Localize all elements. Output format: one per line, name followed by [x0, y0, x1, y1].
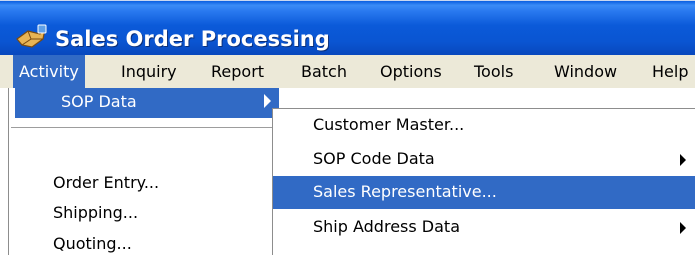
sop-data-submenu: Customer Master... SOP Code Data Sales R… — [272, 108, 695, 255]
submenu-item-customer-master[interactable]: Customer Master... — [273, 109, 695, 142]
menu-item-sop-data[interactable]: SOP Data — [15, 88, 279, 118]
menu-item-order-entry[interactable]: Order Entry... — [53, 173, 159, 192]
menu-item-shipping[interactable]: Shipping... — [53, 203, 138, 222]
menu-separator — [11, 127, 279, 129]
submenu-item-label: SOP Code Data — [313, 149, 435, 168]
menu-options[interactable]: Options — [374, 55, 448, 88]
submenu-item-label: Sales Representative... — [313, 182, 497, 201]
menu-item-quoting[interactable]: Quoting... — [53, 234, 132, 253]
submenu-item-ship-address-data[interactable]: Ship Address Data — [273, 211, 695, 244]
submenu-arrow-icon — [680, 154, 686, 166]
menu-activity[interactable]: Activity — [13, 55, 85, 88]
module-icon — [16, 24, 47, 48]
menu-bar: Activity Inquiry Report Batch Options To… — [0, 55, 695, 88]
menu-tools[interactable]: Tools — [468, 55, 519, 88]
submenu-item-sales-representative[interactable]: Sales Representative... — [273, 176, 695, 209]
submenu-arrow-icon — [680, 222, 686, 234]
activity-dropdown: SOP Data Order Entry... Shipping... Quot… — [8, 88, 279, 255]
menu-item-label: SOP Data — [61, 92, 137, 111]
menu-window[interactable]: Window — [548, 55, 623, 88]
menu-inquiry[interactable]: Inquiry — [115, 55, 183, 88]
submenu-arrow-icon — [264, 94, 271, 108]
menu-batch[interactable]: Batch — [295, 55, 353, 88]
submenu-item-label: Ship Address Data — [313, 217, 460, 236]
menu-report[interactable]: Report — [205, 55, 270, 88]
submenu-item-label: Customer Master... — [313, 115, 465, 134]
title-bar[interactable]: Sales Order Processing — [0, 0, 695, 55]
menu-help[interactable]: Help — [646, 55, 694, 88]
window-title: Sales Order Processing — [55, 27, 330, 51]
submenu-item-sop-code-data[interactable]: SOP Code Data — [273, 143, 695, 176]
application-window: Sales Order Processing Activity Inquiry … — [0, 0, 695, 255]
